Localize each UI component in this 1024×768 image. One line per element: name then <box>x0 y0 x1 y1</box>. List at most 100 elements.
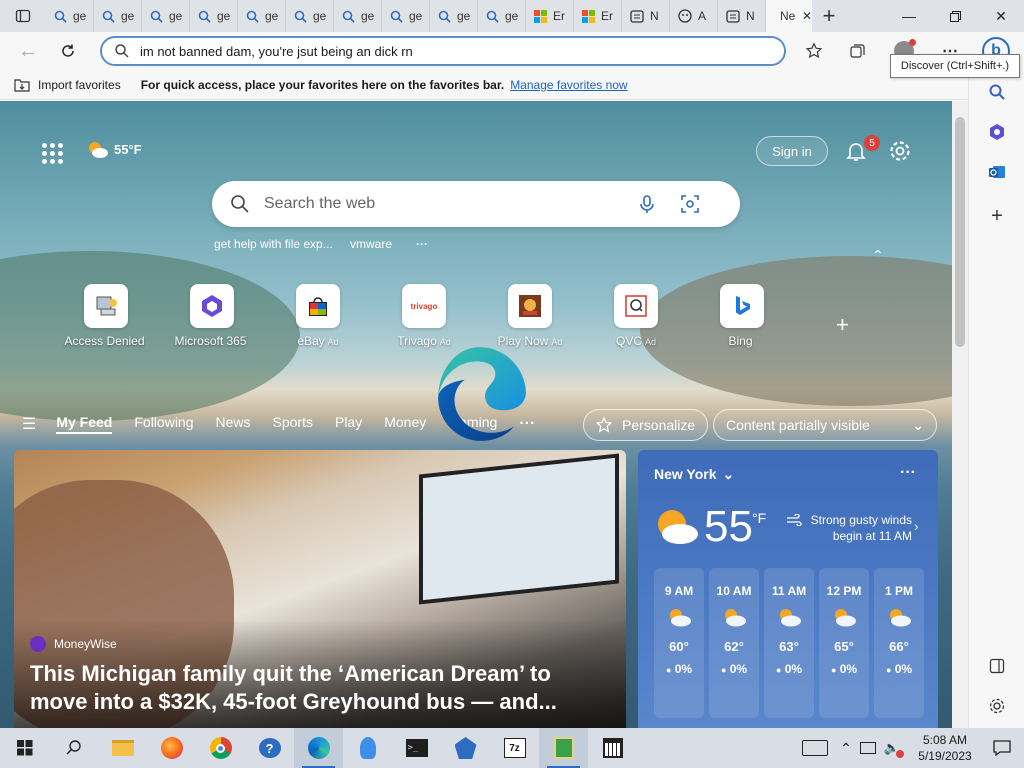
restore-button[interactable] <box>932 0 978 32</box>
sidebar-outlook-button[interactable] <box>981 156 1013 188</box>
content-visibility-dropdown[interactable]: Content partially visible ⌄ <box>713 409 937 441</box>
taskbar-command-prompt[interactable]: >_ <box>392 728 441 768</box>
refresh-button[interactable] <box>48 33 88 69</box>
quick-link-label: Access Denied <box>56 334 156 348</box>
weather-widget-button[interactable]: 55°F <box>86 139 142 159</box>
taskbar-firefox[interactable] <box>147 728 196 768</box>
taskbar-image-app[interactable] <box>539 728 588 768</box>
taskbar-search-button[interactable] <box>49 728 98 768</box>
sign-in-button[interactable]: Sign in <box>756 136 828 166</box>
tab-actions-menu-button[interactable] <box>0 0 46 32</box>
scrollbar-thumb[interactable] <box>955 117 965 347</box>
news-card[interactable]: MoneyWise This Michigan family quit the … <box>14 450 626 728</box>
microphone-icon[interactable] <box>638 194 656 214</box>
quick-link-label: QVC Ad <box>586 334 686 348</box>
manage-favorites-link[interactable]: Manage favorites now <box>510 78 627 92</box>
action-center-button[interactable] <box>980 740 1024 756</box>
import-favorites-button[interactable]: Import favorites <box>14 78 121 92</box>
sidebar-add-button[interactable]: + <box>981 200 1013 232</box>
feed-tab-money[interactable]: Money <box>384 414 426 434</box>
add-quick-link-button[interactable]: + <box>836 312 849 338</box>
taskbar-tips[interactable] <box>343 728 392 768</box>
web-search-box[interactable] <box>212 181 740 227</box>
apps-launcher-button[interactable] <box>42 143 63 164</box>
quick-link-trivago[interactable]: trivago Trivago Ad <box>374 284 474 348</box>
tab-active[interactable]: Ne ✕ <box>766 0 812 32</box>
browser-tab[interactable]: N <box>718 0 766 32</box>
show-hidden-icons-button[interactable]: ⌃ <box>840 740 852 757</box>
collapse-chevron-icon[interactable]: ⌃ <box>872 247 884 264</box>
news-headline[interactable]: This Michigan family quit the ‘American … <box>30 660 590 716</box>
visual-search-icon[interactable] <box>680 194 700 214</box>
browser-tab[interactable]: ge <box>382 0 430 32</box>
browser-tab[interactable]: ge <box>430 0 478 32</box>
feed-tab-following[interactable]: Following <box>134 414 193 434</box>
search-suggestion[interactable]: get help with file exp... <box>214 237 333 251</box>
sidebar-hide-button[interactable] <box>981 650 1013 682</box>
hourly-forecast-item[interactable]: 12 PM 65° ● 0% <box>819 568 869 718</box>
taskbar-7zip[interactable]: 7z <box>490 728 539 768</box>
feed-tab-my-feed[interactable]: My Feed <box>56 414 113 434</box>
quick-link-play-now[interactable]: Play Now Ad <box>480 284 580 348</box>
wind-icon <box>787 514 802 526</box>
web-search-input[interactable] <box>264 195 624 213</box>
taskbar-calendar[interactable] <box>588 728 637 768</box>
feed-tab-sports[interactable]: Sports <box>273 414 313 434</box>
search-suggestion[interactable]: vmware <box>350 237 392 251</box>
hourly-forecast-item[interactable]: 9 AM 60° ● 0% <box>654 568 704 718</box>
more-suggestions-button[interactable]: ··· <box>416 237 428 251</box>
taskbar-network-app[interactable] <box>441 728 490 768</box>
browser-tab[interactable]: ge <box>238 0 286 32</box>
browser-tab[interactable]: Er <box>574 0 622 32</box>
start-button[interactable] <box>0 728 49 768</box>
weather-more-options-icon[interactable]: ··· <box>900 464 916 482</box>
taskbar-get-help[interactable]: ? <box>245 728 294 768</box>
taskbar-chrome[interactable] <box>196 728 245 768</box>
touch-keyboard-icon[interactable] <box>802 740 829 756</box>
volume-muted-icon[interactable]: 🔈 <box>884 740 904 758</box>
chevron-right-icon[interactable]: › <box>914 518 919 534</box>
browser-tab[interactable]: ge <box>286 0 334 32</box>
feed-menu-icon[interactable]: ☰ <box>22 414 36 434</box>
browser-tab[interactable]: ge <box>478 0 526 32</box>
quick-link-bing[interactable]: Bing <box>692 284 792 348</box>
quick-link-microsoft-365[interactable]: Microsoft 365 <box>162 284 262 348</box>
new-tab-button[interactable]: + <box>812 0 846 32</box>
hourly-forecast-item[interactable]: 1 PM 66° ● 0% <box>874 568 924 718</box>
browser-tab[interactable]: ge <box>334 0 382 32</box>
browser-tab[interactable]: ge <box>190 0 238 32</box>
feed-tab-news[interactable]: News <box>216 414 251 434</box>
browser-tab[interactable]: ge <box>46 0 94 32</box>
sidebar-office-button[interactable] <box>981 116 1013 148</box>
browser-tab[interactable]: A <box>670 0 718 32</box>
sidebar-settings-button[interactable] <box>981 690 1013 722</box>
favorites-button[interactable] <box>798 36 830 66</box>
close-tab-icon[interactable]: ✕ <box>802 9 812 23</box>
taskbar-file-explorer[interactable] <box>98 728 147 768</box>
browser-tab[interactable]: N <box>622 0 670 32</box>
back-button[interactable]: ← <box>8 33 48 69</box>
quick-link-qvc[interactable]: QVC Ad <box>586 284 686 348</box>
quick-link-access-denied[interactable]: Access Denied <box>56 284 156 348</box>
quick-link-ebay[interactable]: eBay Ad <box>268 284 368 348</box>
weather-card[interactable]: New York ⌄ ··· 55 °F Strong gusty winds … <box>638 450 938 728</box>
hourly-forecast-item[interactable]: 11 AM 63° ● 0% <box>764 568 814 718</box>
sidebar-search-button[interactable] <box>981 76 1013 108</box>
address-bar[interactable]: im not banned dam, you're jsut being an … <box>100 36 786 66</box>
browser-tab[interactable]: Er <box>526 0 574 32</box>
weather-location-button[interactable]: New York ⌄ <box>654 466 734 483</box>
taskbar-edge[interactable] <box>294 728 343 768</box>
browser-tab[interactable]: ge <box>94 0 142 32</box>
page-settings-icon[interactable] <box>888 139 912 163</box>
network-tray-icon[interactable] <box>859 742 876 754</box>
collections-button[interactable] <box>842 36 874 66</box>
personalize-button[interactable]: Personalize <box>583 409 709 441</box>
hourly-forecast-item[interactable]: 10 AM 62° ● 0% <box>709 568 759 718</box>
feed-tab-play[interactable]: Play <box>335 414 362 434</box>
close-window-button[interactable]: ✕ <box>978 0 1024 32</box>
address-text[interactable]: im not banned dam, you're jsut being an … <box>140 44 413 59</box>
browser-tab[interactable]: ge <box>142 0 190 32</box>
page-scrollbar[interactable] <box>952 101 968 728</box>
clock[interactable]: 5:08 AM 5/19/2023 <box>910 732 980 764</box>
minimize-button[interactable]: — <box>886 0 932 32</box>
